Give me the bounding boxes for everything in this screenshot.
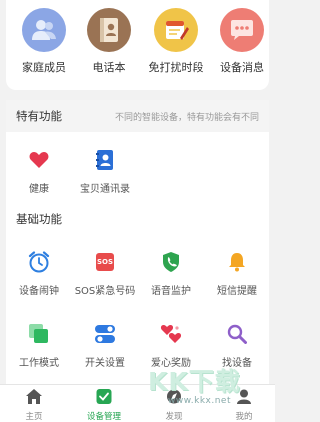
toggle-settings-icon [93, 322, 117, 346]
nav-home-label: 主页 [25, 412, 43, 422]
special-functions-note: 不同的智能设备，特有功能会有不同 [114, 112, 259, 123]
sos-icon: SOS [93, 250, 117, 274]
sos-number-button[interactable]: SOS SOS紧急号码 [72, 250, 138, 297]
health-button[interactable]: 健康 [6, 148, 72, 195]
find-device-icon [225, 322, 249, 346]
work-mode-label: 工作模式 [19, 358, 59, 369]
voice-monitor-button[interactable]: 语音监护 [138, 250, 204, 297]
home-icon [26, 389, 42, 404]
basic-functions-section: 基础功能 设备闹钟 SOS SOS紧急号码 语音监护 短信提醒 工作模式 开关设… [6, 203, 269, 384]
nav-home[interactable]: 主页 [4, 389, 64, 422]
toggle-settings-label: 开关设置 [85, 358, 125, 369]
family-members-icon [22, 8, 66, 52]
family-members-button[interactable]: 家庭成员 [12, 8, 76, 75]
sos-icon-text: SOS [96, 253, 114, 271]
device-messages-label: 设备消息 [220, 61, 264, 74]
special-functions-section: 特有功能 不同的智能设备，特有功能会有不同 健康 宝贝通讯录 [6, 100, 269, 203]
basic-functions-title: 基础功能 [16, 212, 62, 226]
basic-functions-header: 基础功能 [6, 203, 269, 235]
bell-icon [225, 250, 249, 274]
contacts-book-label: 宝贝通讯录 [80, 184, 130, 195]
special-functions-header: 特有功能 不同的智能设备，特有功能会有不同 [6, 100, 269, 132]
special-functions-title: 特有功能 [16, 109, 62, 123]
alarm-clock-label: 设备闹钟 [19, 286, 59, 297]
do-not-disturb-button[interactable]: 免打扰时段 [144, 8, 208, 75]
device-manage-icon [96, 389, 112, 404]
health-label: 健康 [29, 184, 49, 195]
heart-icon [27, 148, 51, 172]
phonebook-button[interactable]: 电话本 [77, 8, 141, 75]
alarm-clock-button[interactable]: 设备闹钟 [6, 250, 72, 297]
do-not-disturb-icon [154, 8, 198, 52]
nav-device-manage[interactable]: 设备管理 [74, 389, 134, 422]
alarm-clock-icon [27, 250, 51, 274]
contacts-book-button[interactable]: 宝贝通讯录 [72, 148, 138, 195]
nav-discover-label: 发现 [165, 412, 183, 422]
find-device-button[interactable]: 找设备 [204, 322, 270, 369]
sms-reminder-button[interactable]: 短信提醒 [204, 250, 270, 297]
top-shortcuts-card: 家庭成员 电话本 免打扰时段 设备消息 [6, 0, 269, 90]
work-mode-button[interactable]: 工作模式 [6, 322, 72, 369]
nav-profile-label: 我的 [235, 412, 253, 422]
discover-icon [167, 389, 181, 404]
work-mode-icon [27, 322, 51, 346]
sos-number-label: SOS紧急号码 [74, 286, 136, 297]
phonebook-icon [87, 8, 131, 52]
device-messages-button[interactable]: 设备消息 [210, 8, 274, 75]
toggle-settings-button[interactable]: 开关设置 [72, 322, 138, 369]
bottom-nav-bar: 主页 设备管理 发现 我的 [0, 384, 275, 422]
voice-monitor-label: 语音监护 [151, 286, 191, 297]
profile-icon [237, 389, 251, 404]
phonebook-label: 电话本 [92, 61, 126, 74]
hearts-reward-icon [159, 322, 183, 346]
sms-reminder-label: 短信提醒 [217, 286, 257, 297]
voice-monitor-icon [159, 250, 183, 274]
device-messages-icon [220, 8, 264, 52]
nav-discover[interactable]: 发现 [144, 389, 204, 422]
love-reward-button[interactable]: 爱心奖励 [138, 322, 204, 369]
nav-profile[interactable]: 我的 [214, 389, 274, 422]
family-members-label: 家庭成员 [22, 61, 66, 74]
find-device-label: 找设备 [222, 358, 252, 369]
do-not-disturb-label: 免打扰时段 [148, 61, 204, 74]
love-reward-label: 爱心奖励 [151, 358, 191, 369]
nav-device-manage-label: 设备管理 [86, 412, 121, 422]
contacts-book-icon [93, 148, 117, 172]
